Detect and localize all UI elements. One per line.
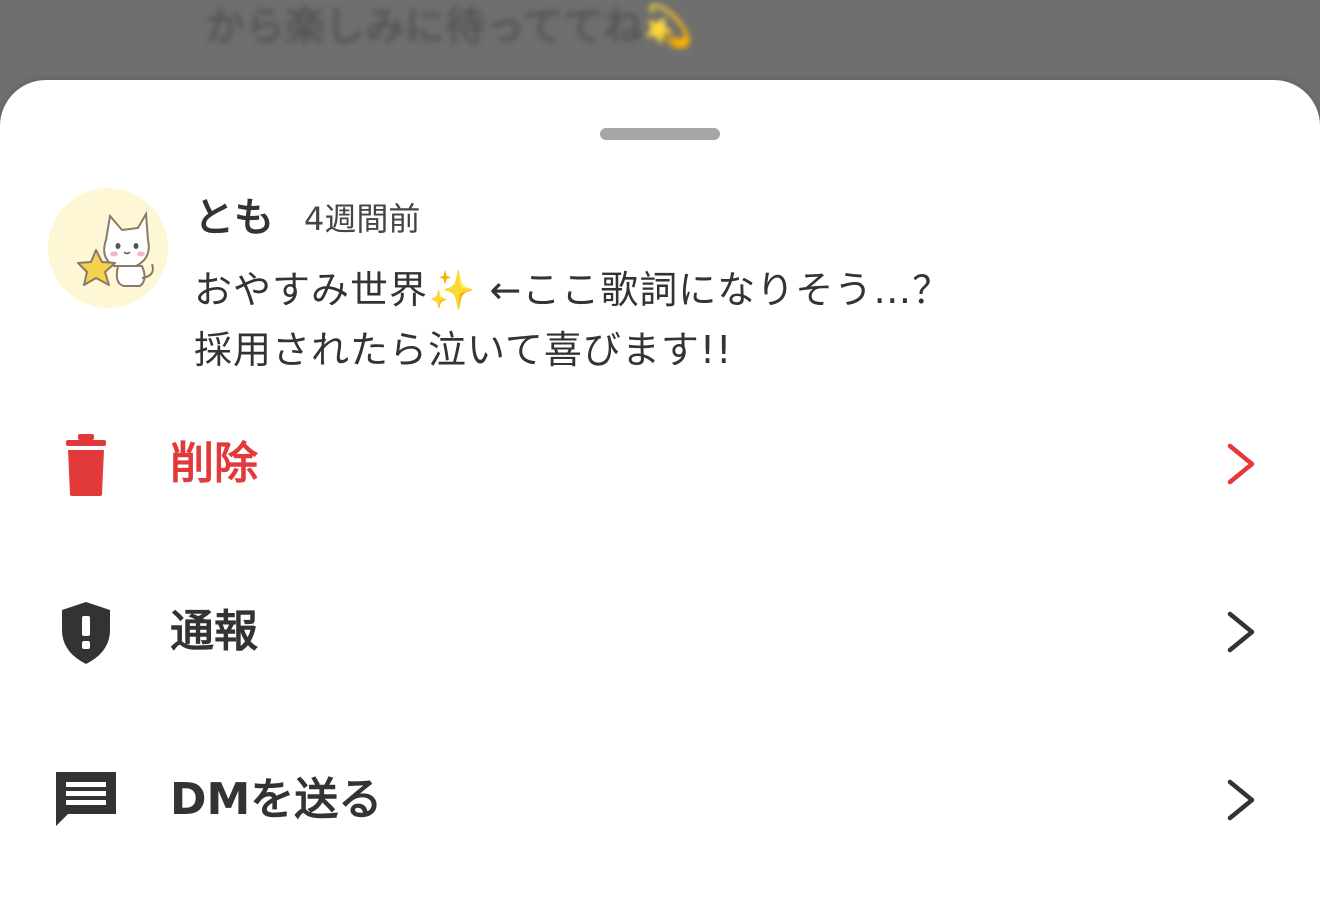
comment-timestamp: 4週間前 <box>304 200 421 238</box>
comment-text: おやすみ世界✨ ←ここ歌詞になりそう…？ 採用されたら泣いて喜びます!! <box>194 260 1234 380</box>
report-menu-item[interactable]: 通報 <box>0 572 1320 692</box>
message-icon <box>56 772 116 826</box>
background-text: から楽しみに待っててね💫 <box>205 4 693 50</box>
trash-icon <box>66 434 106 496</box>
shield-alert-icon <box>62 602 110 664</box>
bottom-sheet: とも 4週間前 おやすみ世界✨ ←ここ歌詞になりそう…？ 採用されたら泣いて喜び… <box>0 80 1320 910</box>
chevron-right-icon <box>1227 443 1255 485</box>
avatar[interactable] <box>48 188 168 308</box>
send-dm-menu-item[interactable]: DMを送る <box>0 740 1320 860</box>
comment-line: おやすみ世界✨ ←ここ歌詞になりそう…？ <box>194 268 952 312</box>
comment-line: 採用されたら泣いて喜びます!! <box>194 328 733 372</box>
delete-menu-item[interactable]: 削除 <box>0 404 1320 524</box>
report-label: 通報 <box>170 606 258 657</box>
drag-handle[interactable] <box>600 128 720 140</box>
chevron-right-icon <box>1227 611 1255 653</box>
chevron-right-icon <box>1227 779 1255 821</box>
user-name[interactable]: とも <box>194 190 274 246</box>
delete-label: 削除 <box>170 438 258 489</box>
send-dm-label: DMを送る <box>170 774 383 825</box>
cat-holding-star-icon <box>77 210 154 287</box>
